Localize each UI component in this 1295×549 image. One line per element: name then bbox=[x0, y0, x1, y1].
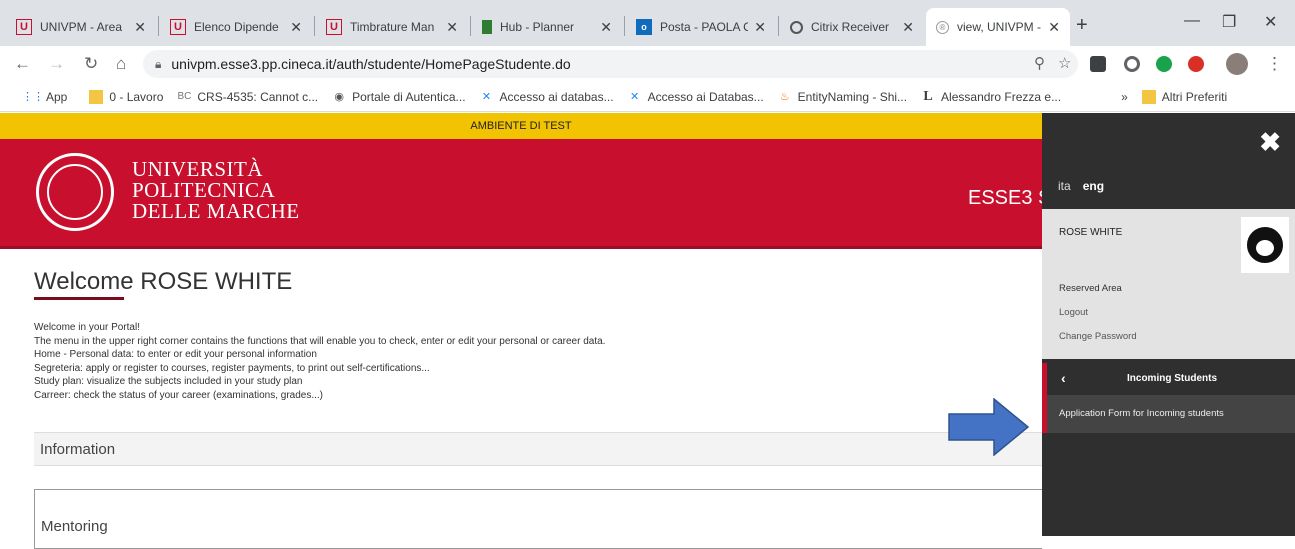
tab-separator bbox=[470, 16, 471, 36]
logout-link[interactable]: Logout bbox=[1059, 307, 1088, 318]
tab-separator bbox=[778, 16, 779, 36]
fire-icon: ♨ bbox=[779, 91, 790, 103]
citrix-icon bbox=[790, 20, 803, 34]
title-underline bbox=[34, 297, 124, 300]
univpm-icon: U bbox=[326, 19, 342, 35]
close-tab-icon[interactable]: ✕ bbox=[290, 19, 302, 36]
apps-grid-icon: ⋮⋮ bbox=[22, 91, 44, 103]
outlook-icon: o bbox=[636, 19, 652, 35]
browser-tab-active[interactable]: ® view, UNIVPM - ✕ bbox=[926, 8, 1070, 46]
browser-tab[interactable]: o Posta - PAOLA C ✕ bbox=[626, 8, 776, 46]
forward-icon[interactable]: → bbox=[48, 54, 65, 74]
close-menu-icon[interactable]: ✖ bbox=[1259, 127, 1281, 158]
chevron-left-icon[interactable]: ‹ bbox=[1061, 370, 1066, 386]
home-icon[interactable]: ⌂ bbox=[116, 54, 126, 74]
bc-icon: BC bbox=[177, 91, 192, 102]
tab-separator bbox=[158, 16, 159, 36]
bookmark-item[interactable]: BC CRS-4535: Cannot c... bbox=[177, 90, 318, 104]
browser-toolbar: ← → ↻ ⌂ 🔒︎ univpm.esse3.pp.cineca.it/aut… bbox=[0, 46, 1295, 82]
globe-icon: ◉ bbox=[334, 91, 344, 103]
bookmarks-overflow[interactable]: » bbox=[1121, 90, 1128, 104]
close-window-icon[interactable]: ✕ bbox=[1264, 12, 1277, 32]
menu-incoming-students[interactable]: ‹ Incoming Students bbox=[1042, 363, 1295, 395]
url-text: univpm.esse3.pp.cineca.it/auth/studente/… bbox=[171, 56, 571, 72]
bookmark-item[interactable]: L Alessandro Frezza e... bbox=[921, 88, 1061, 104]
extension-icon[interactable] bbox=[1188, 56, 1204, 72]
side-menu-panel: ✖ ita eng ROSE WHITE Reserved Area Logout… bbox=[1042, 113, 1295, 536]
bookmark-item[interactable]: ◉ Portale di Autentica... bbox=[332, 90, 465, 104]
back-icon[interactable]: ← bbox=[14, 54, 31, 74]
lock-icon: 🔒︎ bbox=[155, 56, 162, 71]
close-tab-icon[interactable]: ✕ bbox=[600, 19, 612, 36]
view-icon: ® bbox=[936, 20, 949, 34]
change-password-link[interactable]: Change Password bbox=[1059, 331, 1137, 342]
extension-icon[interactable] bbox=[1124, 56, 1140, 72]
browser-tab[interactable]: Citrix Receiver ✕ bbox=[780, 8, 924, 46]
extension-icon[interactable] bbox=[1156, 56, 1172, 72]
user-box: ROSE WHITE Reserved Area Logout Change P… bbox=[1042, 209, 1295, 359]
browser-tab[interactable]: Hub - Planner ✕ bbox=[472, 8, 622, 46]
restore-icon[interactable]: ❐ bbox=[1222, 12, 1236, 32]
hub-planner-icon bbox=[482, 20, 492, 34]
reserved-area-link[interactable]: Reserved Area bbox=[1059, 283, 1122, 294]
folder-icon bbox=[1141, 89, 1156, 104]
star-icon[interactable]: ☆ bbox=[1058, 54, 1071, 72]
menu-application-form[interactable]: Application Form for Incoming students bbox=[1042, 395, 1295, 433]
bookmark-item[interactable]: ✕ Accesso ai databas... bbox=[480, 90, 614, 104]
zoom-icon[interactable]: ⚲ bbox=[1034, 54, 1045, 72]
close-tab-icon[interactable]: ✕ bbox=[902, 19, 914, 36]
university-header: UNIVERSITÀ POLITECNICA DELLE MARCHE ESSE… bbox=[0, 139, 1051, 249]
tab-separator bbox=[624, 16, 625, 36]
univpm-icon: U bbox=[16, 19, 32, 35]
university-seal-icon[interactable] bbox=[36, 153, 114, 231]
user-avatar-icon bbox=[1247, 227, 1283, 263]
user-name: ROSE WHITE bbox=[1059, 227, 1123, 238]
folder-icon bbox=[89, 89, 104, 104]
university-name[interactable]: UNIVERSITÀ POLITECNICA DELLE MARCHE bbox=[132, 159, 300, 222]
extension-icon[interactable] bbox=[1090, 56, 1106, 72]
close-tab-icon[interactable]: ✕ bbox=[754, 19, 766, 36]
new-tab-icon[interactable]: + bbox=[1076, 14, 1088, 37]
bookmark-item[interactable]: ♨ EntityNaming - Shi... bbox=[778, 90, 907, 104]
language-switch: ita eng bbox=[1058, 179, 1104, 193]
bookmark-item[interactable]: ⋮⋮ App bbox=[22, 90, 67, 104]
test-environment-banner: AMBIENTE DI TEST bbox=[0, 113, 1042, 139]
bookmark-item[interactable]: ✕ Accesso ai Databas... bbox=[628, 90, 764, 104]
confluence-icon: ✕ bbox=[481, 91, 492, 103]
close-tab-icon[interactable]: ✕ bbox=[446, 19, 458, 36]
l-icon: L bbox=[923, 88, 933, 104]
bookmarks-bar: ⋮⋮ App 0 - Lavoro BC CRS-4535: Cannot c...… bbox=[0, 82, 1295, 112]
profile-avatar-icon[interactable] bbox=[1226, 53, 1248, 75]
mentoring-section: Mentoring bbox=[34, 489, 1042, 549]
information-section: Information bbox=[34, 432, 1042, 466]
univpm-icon: U bbox=[170, 19, 186, 35]
other-bookmarks[interactable]: Altri Preferiti bbox=[1141, 89, 1227, 104]
intro-text: Welcome in your Portal! The menu in the … bbox=[34, 322, 606, 401]
browser-tab[interactable]: U Elenco Dipende ✕ bbox=[160, 8, 312, 46]
browser-tab-bar: U UNIVPM - Area ✕ U Elenco Dipende ✕ U Tim… bbox=[0, 0, 1295, 46]
lang-ita[interactable]: ita bbox=[1058, 179, 1071, 193]
bookmark-item[interactable]: 0 - Lavoro bbox=[89, 89, 163, 104]
minimize-icon[interactable]: — bbox=[1184, 12, 1200, 30]
avatar bbox=[1241, 217, 1289, 273]
annotation-arrow-icon bbox=[948, 398, 1030, 456]
address-bar[interactable]: 🔒︎ univpm.esse3.pp.cineca.it/auth/studen… bbox=[143, 50, 1078, 78]
browser-tab[interactable]: U UNIVPM - Area ✕ bbox=[6, 8, 156, 46]
close-tab-icon[interactable]: ✕ bbox=[1048, 19, 1060, 36]
lang-eng[interactable]: eng bbox=[1083, 179, 1104, 193]
page-title: Welcome ROSE WHITE bbox=[34, 268, 293, 295]
close-tab-icon[interactable]: ✕ bbox=[134, 19, 146, 36]
confluence-icon: ✕ bbox=[630, 91, 640, 103]
reload-icon[interactable]: ↻ bbox=[84, 54, 98, 74]
tab-separator bbox=[314, 16, 315, 36]
browser-tab[interactable]: U Timbrature Man ✕ bbox=[316, 8, 468, 46]
menu-icon[interactable]: ⋮ bbox=[1266, 54, 1283, 74]
esse3-title: ESSE3 S bbox=[968, 187, 1052, 209]
